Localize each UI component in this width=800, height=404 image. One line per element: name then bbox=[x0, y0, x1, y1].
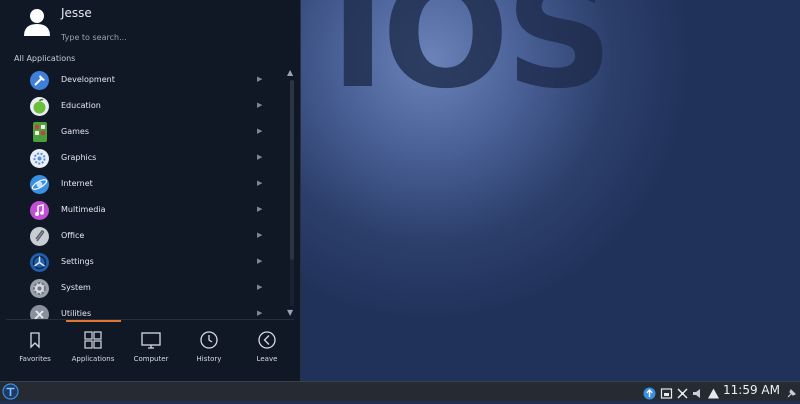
category-label: Graphics bbox=[61, 153, 97, 162]
tab-computer[interactable]: Computer bbox=[122, 324, 180, 372]
category-item-internet[interactable]: Internet ▶ bbox=[0, 171, 280, 197]
scroll-up-arrow-icon[interactable]: ▲ bbox=[287, 68, 293, 77]
tab-label: Computer bbox=[133, 355, 169, 363]
settings-icon bbox=[30, 253, 49, 272]
chevron-right-icon: ▶ bbox=[257, 309, 263, 317]
category-item-system[interactable]: System ▶ bbox=[0, 275, 280, 301]
category-label: Internet bbox=[61, 179, 93, 188]
chevron-right-icon: ▶ bbox=[257, 179, 263, 187]
category-label: Multimedia bbox=[61, 205, 106, 214]
office-icon bbox=[30, 227, 49, 246]
scrollbar[interactable] bbox=[290, 80, 294, 306]
category-label: Games bbox=[61, 127, 89, 136]
tab-label: Applications bbox=[71, 355, 115, 363]
category-label: Development bbox=[61, 75, 115, 84]
chevron-right-icon: ▶ bbox=[257, 153, 263, 161]
category-label: Education bbox=[61, 101, 101, 110]
user-header: Jesse bbox=[0, 0, 300, 52]
internet-icon bbox=[30, 175, 49, 194]
category-label: System bbox=[61, 283, 91, 292]
category-label: Office bbox=[61, 231, 85, 240]
taskbar: 11:59 AM bbox=[0, 381, 800, 401]
pin-icon[interactable] bbox=[785, 385, 798, 398]
chevron-right-icon: ▶ bbox=[257, 231, 263, 239]
battery-warning-icon[interactable] bbox=[707, 385, 720, 399]
tab-label: Leave bbox=[256, 355, 278, 363]
category-label: Settings bbox=[61, 257, 94, 266]
category-item-multimedia[interactable]: Multimedia ▶ bbox=[0, 197, 280, 223]
utilities-icon bbox=[30, 305, 49, 319]
scrollbar-thumb[interactable] bbox=[290, 80, 294, 260]
tab-divider bbox=[6, 319, 294, 320]
update-icon[interactable] bbox=[643, 385, 656, 400]
games-icon bbox=[33, 122, 47, 142]
tab-label: History bbox=[196, 355, 222, 363]
development-icon bbox=[30, 71, 49, 90]
category-label: Utilities bbox=[61, 309, 92, 318]
category-item-graphics[interactable]: Graphics ▶ bbox=[0, 145, 280, 171]
scroll-down-arrow-icon[interactable]: ▼ bbox=[287, 308, 293, 317]
tab-leave[interactable]: Leave bbox=[238, 324, 296, 372]
tab-history[interactable]: History bbox=[180, 324, 238, 372]
chevron-right-icon: ▶ bbox=[257, 75, 263, 83]
category-item-development[interactable]: Development ▶ bbox=[0, 67, 280, 93]
chevron-right-icon: ▶ bbox=[257, 205, 263, 213]
app-launcher-icon[interactable] bbox=[2, 383, 19, 400]
tab-favorites[interactable]: Favorites bbox=[6, 324, 64, 372]
user-avatar-icon[interactable] bbox=[22, 6, 52, 38]
system-icon bbox=[30, 279, 49, 298]
chevron-right-icon: ▶ bbox=[257, 257, 263, 265]
bookmark-icon bbox=[25, 330, 45, 350]
wallpaper-text: IOS bbox=[330, 0, 613, 122]
tab-applications[interactable]: Applications bbox=[64, 324, 122, 372]
category-item-games[interactable]: Games ▶ bbox=[0, 119, 280, 145]
chevron-right-icon: ▶ bbox=[257, 101, 263, 109]
active-tab-indicator bbox=[66, 320, 121, 322]
graphics-icon bbox=[30, 149, 49, 168]
chevron-left-icon bbox=[257, 330, 277, 350]
category-item-office[interactable]: Office ▶ bbox=[0, 223, 280, 249]
category-item-utilities[interactable]: Utilities ▶ bbox=[0, 301, 280, 319]
category-item-settings[interactable]: Settings ▶ bbox=[0, 249, 280, 275]
clock-icon bbox=[199, 330, 219, 350]
chevron-right-icon: ▶ bbox=[257, 127, 263, 135]
network-icon[interactable] bbox=[676, 385, 689, 399]
section-title: All Applications bbox=[14, 54, 76, 63]
application-launcher: Jesse All Applications Development ▶ Edu… bbox=[0, 0, 301, 381]
display-icon[interactable] bbox=[660, 385, 673, 399]
monitor-icon bbox=[141, 330, 161, 350]
search-input[interactable] bbox=[58, 30, 244, 44]
grid-icon bbox=[83, 330, 103, 350]
user-name: Jesse bbox=[61, 6, 92, 20]
education-icon bbox=[30, 97, 49, 116]
volume-icon[interactable] bbox=[691, 385, 704, 398]
clock[interactable]: 11:59 AM bbox=[723, 383, 780, 397]
category-list: Development ▶ Education ▶ Games ▶ Graphi… bbox=[0, 67, 280, 319]
chevron-right-icon: ▶ bbox=[257, 283, 263, 291]
tab-label: Favorites bbox=[19, 355, 51, 363]
category-item-education[interactable]: Education ▶ bbox=[0, 93, 280, 119]
multimedia-icon bbox=[30, 201, 49, 220]
